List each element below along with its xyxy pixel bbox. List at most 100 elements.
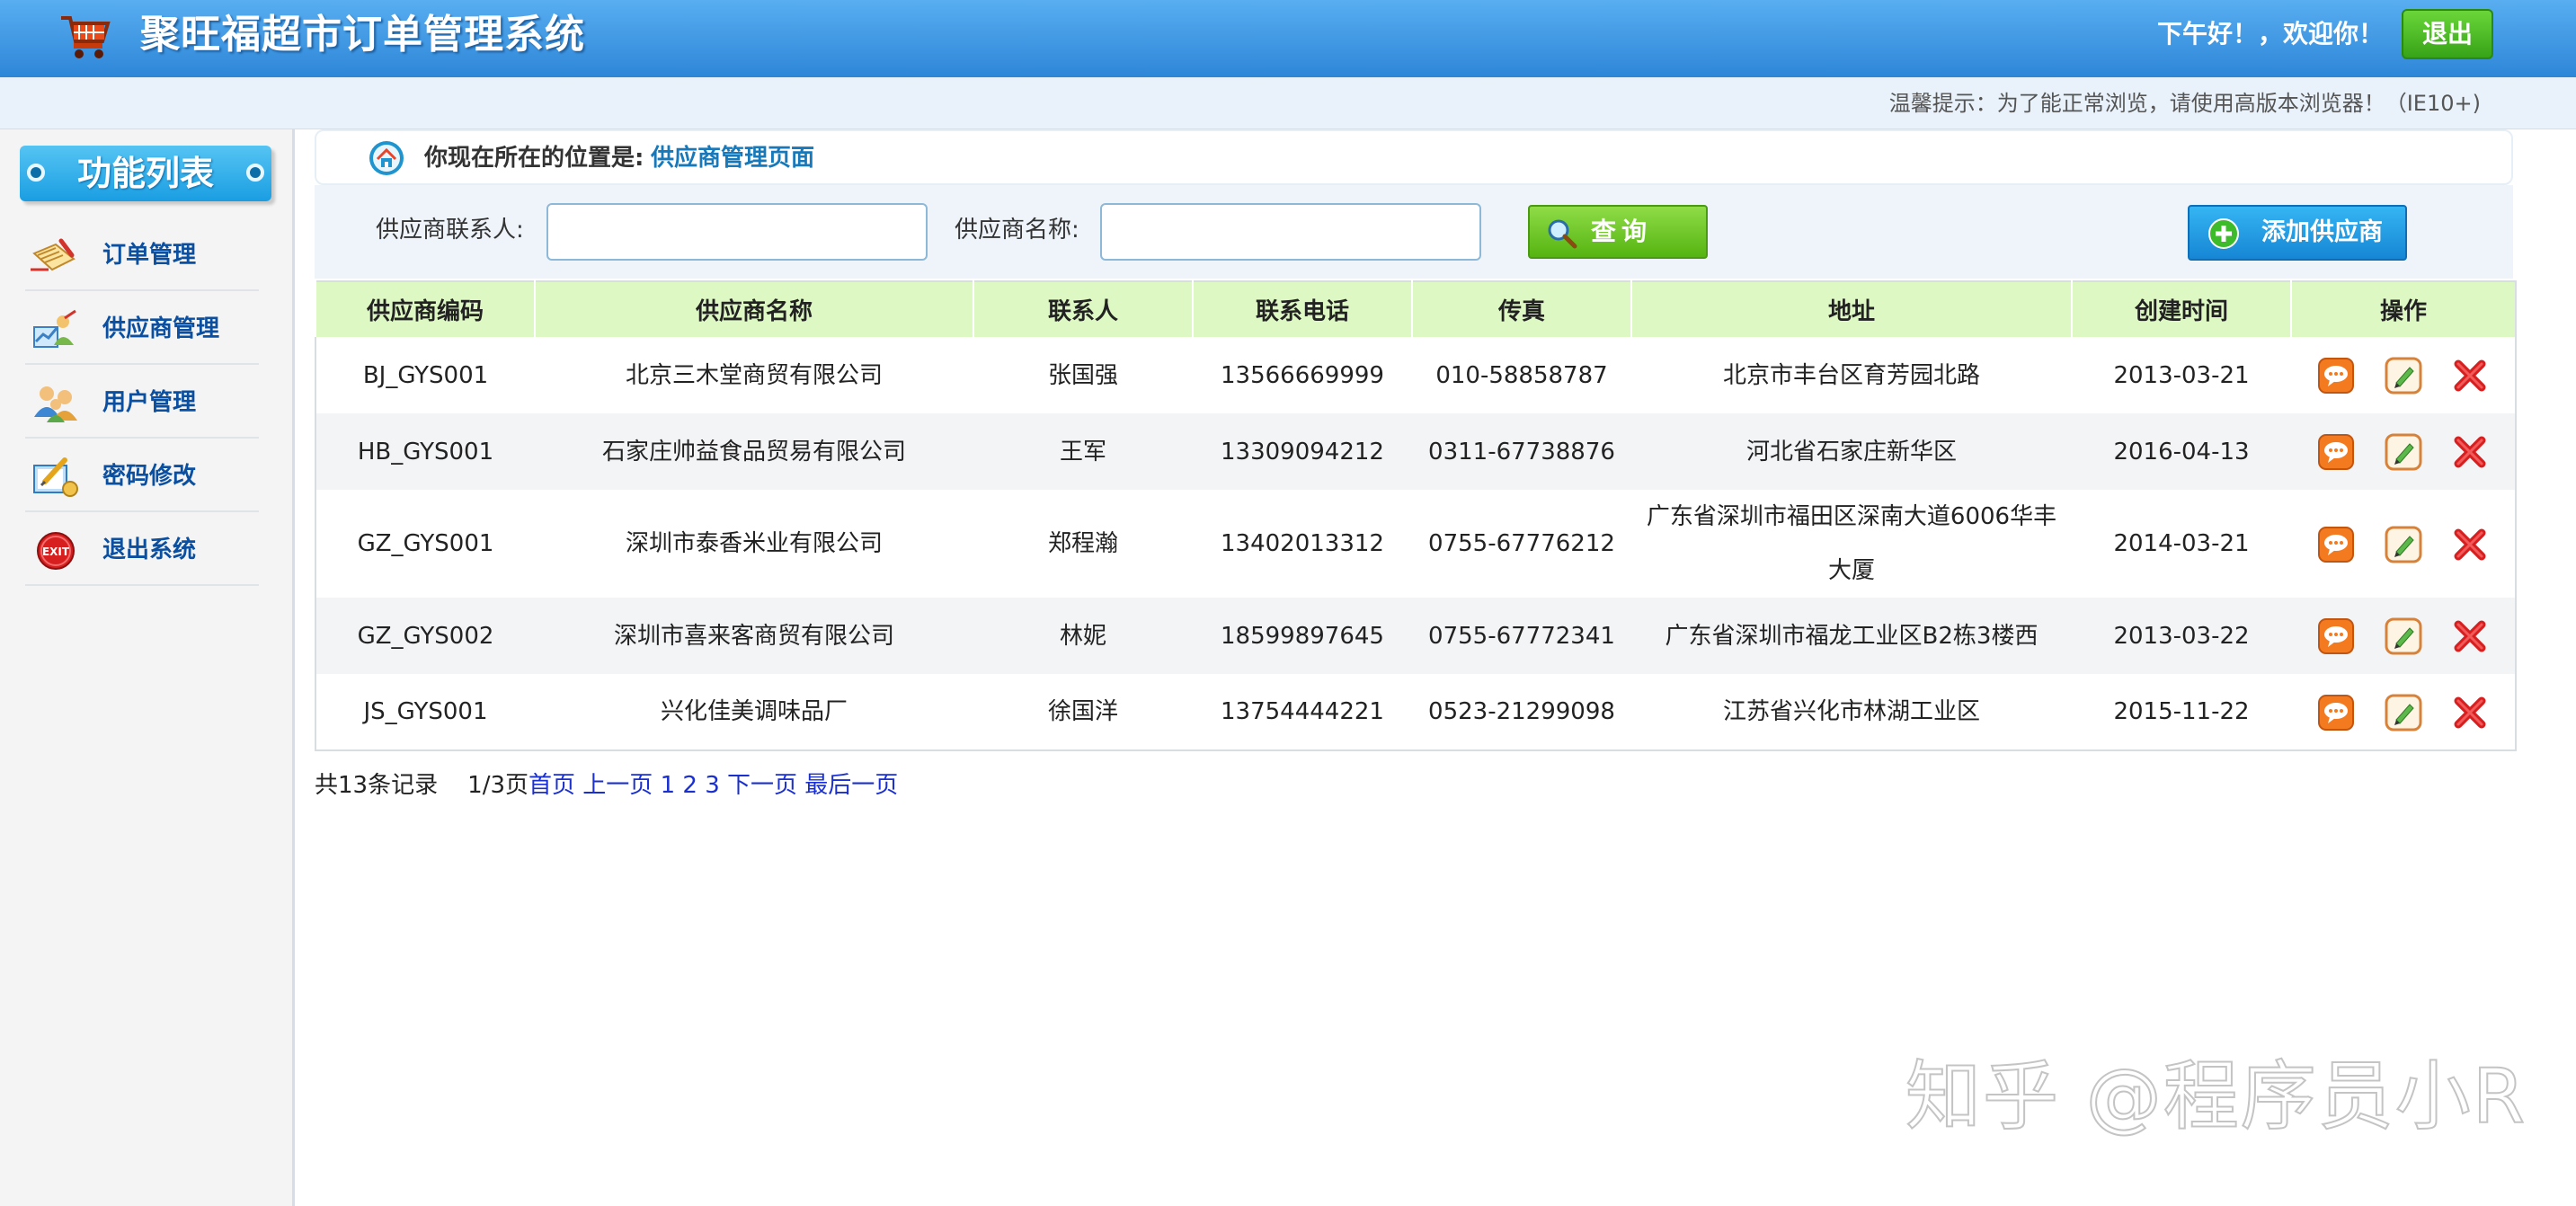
page-indicator: 1/3页 <box>467 772 529 799</box>
edit-icon[interactable] <box>2385 433 2422 471</box>
add-supplier-button[interactable]: 添加供应商 <box>2188 205 2407 261</box>
address: 广东省深圳市福龙工业区B2栋3楼西 <box>1631 598 2072 674</box>
query-button-label: 查询 <box>1591 217 1653 246</box>
page-link-1[interactable]: 1 <box>661 772 676 799</box>
table-row: GZ_GYS001 深圳市泰香米业有限公司 郑程瀚 13402013312 07… <box>315 490 2516 598</box>
view-icon[interactable] <box>2317 694 2355 732</box>
supplier-name: 石家庄帅益食品贸易有限公司 <box>535 413 973 490</box>
add-supplier-label: 添加供应商 <box>2261 218 2383 246</box>
supplier-name-input[interactable] <box>1100 203 1481 261</box>
column-header: 供应商名称 <box>534 281 973 337</box>
svg-text:EXIT: EXIT <box>42 545 70 558</box>
edit-icon[interactable] <box>2385 617 2422 655</box>
supplier-icon <box>33 309 76 348</box>
column-header: 地址 <box>1630 281 2072 337</box>
contact-person: 张国强 <box>973 337 1193 413</box>
created-date: 2016-04-13 <box>2072 413 2291 490</box>
row-actions <box>2291 413 2516 490</box>
sidebar-item-label: 供应商管理 <box>102 315 220 342</box>
plus-icon <box>2208 218 2239 249</box>
address: 河北省石家庄新华区 <box>1631 413 2072 490</box>
address: 北京市丰台区育芳园北路 <box>1631 337 2072 413</box>
phone: 18599897645 <box>1193 598 1412 674</box>
password-icon <box>33 457 78 497</box>
view-icon[interactable] <box>2317 617 2355 655</box>
next-page-link[interactable]: 下一页 <box>727 772 797 799</box>
sidebar-title-label: 功能列表 <box>76 154 214 193</box>
address: 江苏省兴化市林湖工业区 <box>1631 674 2072 750</box>
contact-person: 林妮 <box>973 598 1193 674</box>
record-count: 共13条记录 <box>315 772 439 799</box>
order-icon <box>31 238 76 271</box>
column-header: 传真 <box>1411 281 1631 337</box>
column-header: 联系人 <box>973 281 1193 337</box>
logout-button[interactable]: 退出 <box>2402 9 2493 59</box>
edit-icon[interactable] <box>2385 357 2422 395</box>
edit-icon[interactable] <box>2385 526 2422 563</box>
column-header: 联系电话 <box>1192 281 1412 337</box>
supplier-name: 兴化佳美调味品厂 <box>535 674 973 750</box>
phone: 13309094212 <box>1193 413 1412 490</box>
column-header: 创建时间 <box>2071 281 2291 337</box>
supplier-code: BJ_GYS001 <box>315 337 535 413</box>
sidebar-item-orders[interactable]: 订单管理 <box>25 217 259 291</box>
table-row: JS_GYS001 兴化佳美调味品厂 徐国洋 13754444221 0523-… <box>315 674 2516 750</box>
delete-icon[interactable] <box>2451 526 2489 563</box>
search-icon <box>1548 219 1577 249</box>
created-date: 2014-03-21 <box>2072 490 2291 598</box>
fax: 0755-67776212 <box>1412 490 1631 598</box>
tip-bar: 温馨提示：为了能正常浏览，请使用高版本浏览器！（IE10+) <box>0 77 2576 129</box>
fax: 0523-21299098 <box>1412 674 1631 750</box>
page-link-3[interactable]: 3 <box>705 772 720 799</box>
query-button[interactable]: 查询 <box>1528 205 1708 259</box>
pagination: 共13条记录 1/3页首页 上一页 1 2 3 下一页 最后一页 <box>315 769 898 802</box>
contact-person: 王军 <box>973 413 1193 490</box>
sidebar-item-suppliers[interactable]: 供应商管理 <box>25 291 259 365</box>
delete-icon[interactable] <box>2451 357 2489 395</box>
table-header-row: 供应商编码 供应商名称 联系人 联系电话 传真 地址 创建时间 操作 <box>315 281 2516 337</box>
sidebar-item-exit[interactable]: EXIT 退出系统 <box>25 512 259 586</box>
sidebar-item-label: 订单管理 <box>102 242 197 269</box>
table-row: BJ_GYS001 北京三木堂商贸有限公司 张国强 13566669999 01… <box>315 337 2516 413</box>
supplier-code: GZ_GYS002 <box>315 598 535 674</box>
breadcrumb-current[interactable]: 供应商管理页面 <box>651 142 814 174</box>
column-header: 操作 <box>2290 281 2516 337</box>
first-page-link[interactable]: 首页 <box>529 772 575 799</box>
fax: 010-58858787 <box>1412 337 1631 413</box>
tip-text: 温馨提示：为了能正常浏览，请使用高版本浏览器！（IE10+) <box>1888 91 2481 116</box>
prev-page-link[interactable]: 上一页 <box>582 772 653 799</box>
top-header: 聚旺福超市订单管理系统 下午好！，欢迎你！ 退出 <box>0 0 2576 77</box>
edit-icon[interactable] <box>2385 694 2422 732</box>
delete-icon[interactable] <box>2451 694 2489 732</box>
supplier-table: 供应商编码 供应商名称 联系人 联系电话 传真 地址 创建时间 操作 BJ_GY… <box>315 280 2517 751</box>
address: 广东省深圳市福田区深南大道6006华丰大厦 <box>1631 490 2072 598</box>
page-link-2[interactable]: 2 <box>682 772 697 799</box>
created-date: 2013-03-22 <box>2072 598 2291 674</box>
contact-input[interactable] <box>546 203 928 261</box>
delete-icon[interactable] <box>2451 617 2489 655</box>
table-row: HB_GYS001 石家庄帅益食品贸易有限公司 王军 13309094212 0… <box>315 413 2516 490</box>
breadcrumb-prefix: 你现在所在的位置是: <box>424 145 644 172</box>
contact-person: 徐国洋 <box>973 674 1193 750</box>
view-icon[interactable] <box>2317 526 2355 563</box>
home-icon <box>369 141 404 175</box>
row-actions <box>2291 674 2516 750</box>
column-header: 供应商编码 <box>315 281 535 337</box>
users-icon <box>34 386 77 422</box>
app-title: 聚旺福超市订单管理系统 <box>140 12 585 58</box>
exit-icon: EXIT <box>37 532 75 570</box>
delete-icon[interactable] <box>2451 433 2489 471</box>
view-icon[interactable] <box>2317 357 2355 395</box>
last-page-link[interactable]: 最后一页 <box>804 772 898 799</box>
sidebar: 功能列表 订单管理 供应商管理 用户管理 密码修改 EXIT 退出系统 <box>0 129 295 1206</box>
breadcrumb: 你现在所在的位置是: 供应商管理页面 <box>315 129 2513 185</box>
sidebar-item-users[interactable]: 用户管理 <box>25 365 259 439</box>
sidebar-title: 功能列表 <box>20 146 271 201</box>
phone: 13754444221 <box>1193 674 1412 750</box>
view-icon[interactable] <box>2317 433 2355 471</box>
supplier-name: 深圳市喜来客商贸有限公司 <box>535 598 973 674</box>
search-bar: 供应商联系人: 供应商名称: 查询 添加供应商 <box>315 185 2513 279</box>
sidebar-item-password[interactable]: 密码修改 <box>25 439 259 512</box>
cart-icon <box>61 16 111 58</box>
row-actions <box>2291 337 2516 413</box>
